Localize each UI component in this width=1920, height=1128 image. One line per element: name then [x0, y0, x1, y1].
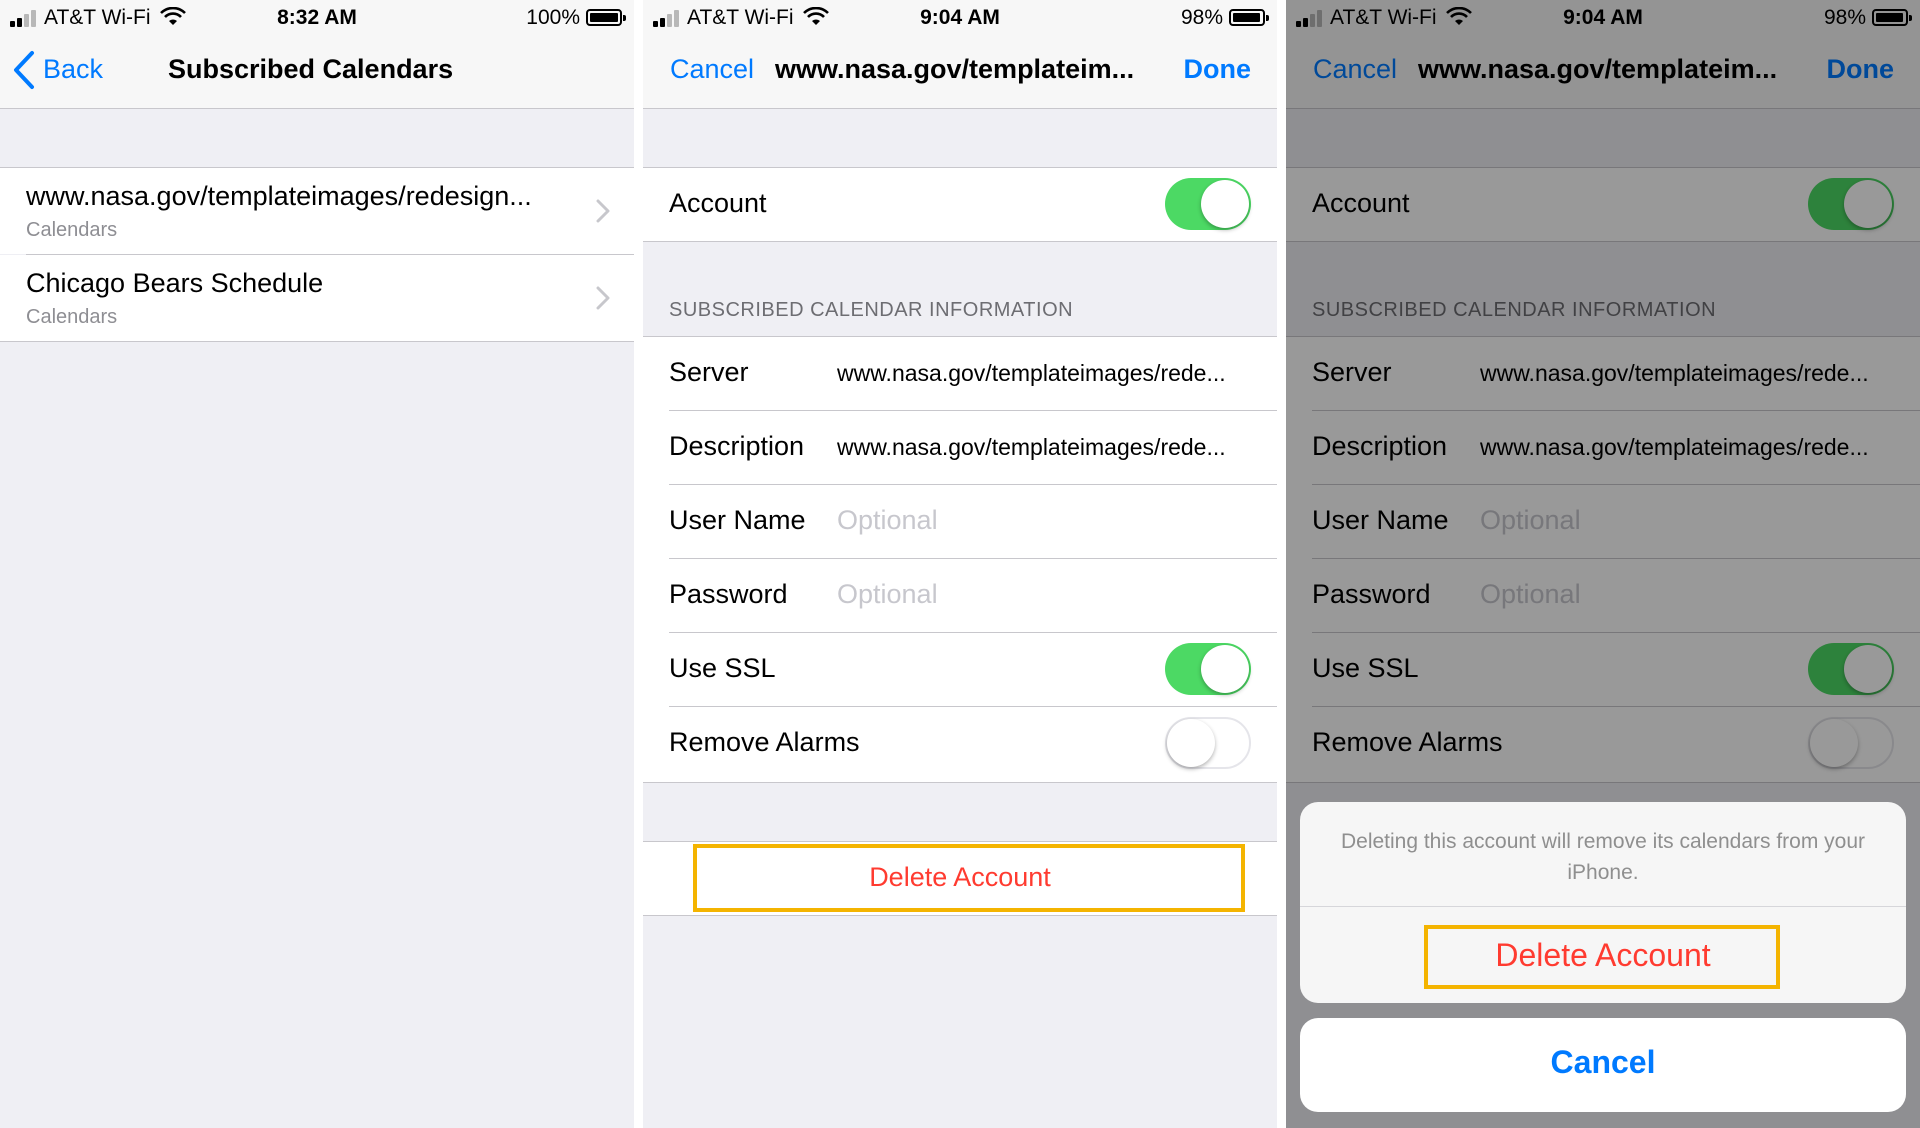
account-row: Account [643, 168, 1277, 241]
account-label: Account [669, 188, 767, 218]
delete-account-row[interactable]: Delete Account [643, 842, 1277, 915]
done-button[interactable]: Done [1184, 54, 1252, 85]
password-label: Password [669, 579, 788, 609]
ssl-toggle[interactable] [1165, 643, 1251, 695]
chevron-right-icon [596, 286, 610, 310]
battery-icon [1229, 9, 1269, 26]
description-label: Description [669, 431, 805, 461]
username-label: User Name [669, 505, 806, 535]
account-toggle[interactable] [1165, 178, 1251, 230]
calendar-title: Chicago Bears Schedule [26, 268, 324, 298]
calendar-subtitle: Calendars [26, 219, 118, 241]
remove-alarms-toggle[interactable] [1165, 717, 1251, 769]
calendar-row[interactable]: www.nasa.gov/templateimages/redesign... … [0, 168, 634, 254]
ssl-label: Use SSL [669, 653, 776, 683]
username-field[interactable]: Optional [837, 505, 938, 536]
nav-bar: Back Subscribed Calendars [0, 34, 634, 109]
calendar-subtitle: Calendars [26, 306, 118, 328]
description-field[interactable]: www.nasa.gov/templateimages/rede... [837, 434, 1226, 461]
calendar-detail-screen: AT&T Wi-Fi 9:04 AM 98% Cancel www.nasa.g… [643, 0, 1277, 1128]
cancel-button[interactable]: Cancel [670, 54, 754, 85]
delete-confirmation-screen: AT&T Wi-Fi 9:04 AM 98% Cancel www.nasa.g… [1286, 0, 1920, 1128]
calendar-row[interactable]: Chicago Bears Schedule Calendars [0, 255, 634, 341]
nav-bar: Cancel www.nasa.gov/templateim... Done [643, 34, 1277, 109]
status-bar: AT&T Wi-Fi 9:04 AM 98% [643, 0, 1277, 34]
remove-alarms-label: Remove Alarms [669, 727, 860, 757]
page-title: Subscribed Calendars [168, 54, 454, 84]
page-title: www.nasa.gov/templateim... [775, 54, 1135, 84]
battery-percent: 98% [1180, 6, 1223, 29]
action-sheet: Deleting this account will remove its ca… [1300, 802, 1906, 1003]
section-header: SUBSCRIBED CALENDAR INFORMATION [669, 299, 1074, 321]
battery-icon [586, 9, 626, 26]
subscribed-calendars-screen: AT&T Wi-Fi 8:32 AM 100% Back Subscribed … [0, 0, 634, 1128]
action-sheet-cancel[interactable]: Cancel [1300, 1018, 1906, 1112]
action-sheet-message: Deleting this account will remove its ca… [1340, 830, 1866, 884]
highlight-box [1424, 925, 1780, 989]
chevron-right-icon [596, 199, 610, 223]
battery-percent: 100% [526, 6, 580, 29]
password-field[interactable]: Optional [837, 579, 938, 610]
back-button[interactable]: Back [43, 54, 103, 85]
status-bar: AT&T Wi-Fi 8:32 AM 100% [0, 0, 634, 34]
highlight-box [693, 844, 1245, 912]
chevron-left-icon[interactable] [12, 50, 36, 90]
calendar-title: www.nasa.gov/templateimages/redesign... [26, 181, 532, 211]
info-group: Server www.nasa.gov/templateimages/rede.… [643, 337, 1277, 782]
action-sheet-cancel-button[interactable]: Cancel [1300, 1044, 1906, 1081]
server-field[interactable]: www.nasa.gov/templateimages/rede... [837, 360, 1226, 387]
server-label: Server [669, 357, 749, 387]
